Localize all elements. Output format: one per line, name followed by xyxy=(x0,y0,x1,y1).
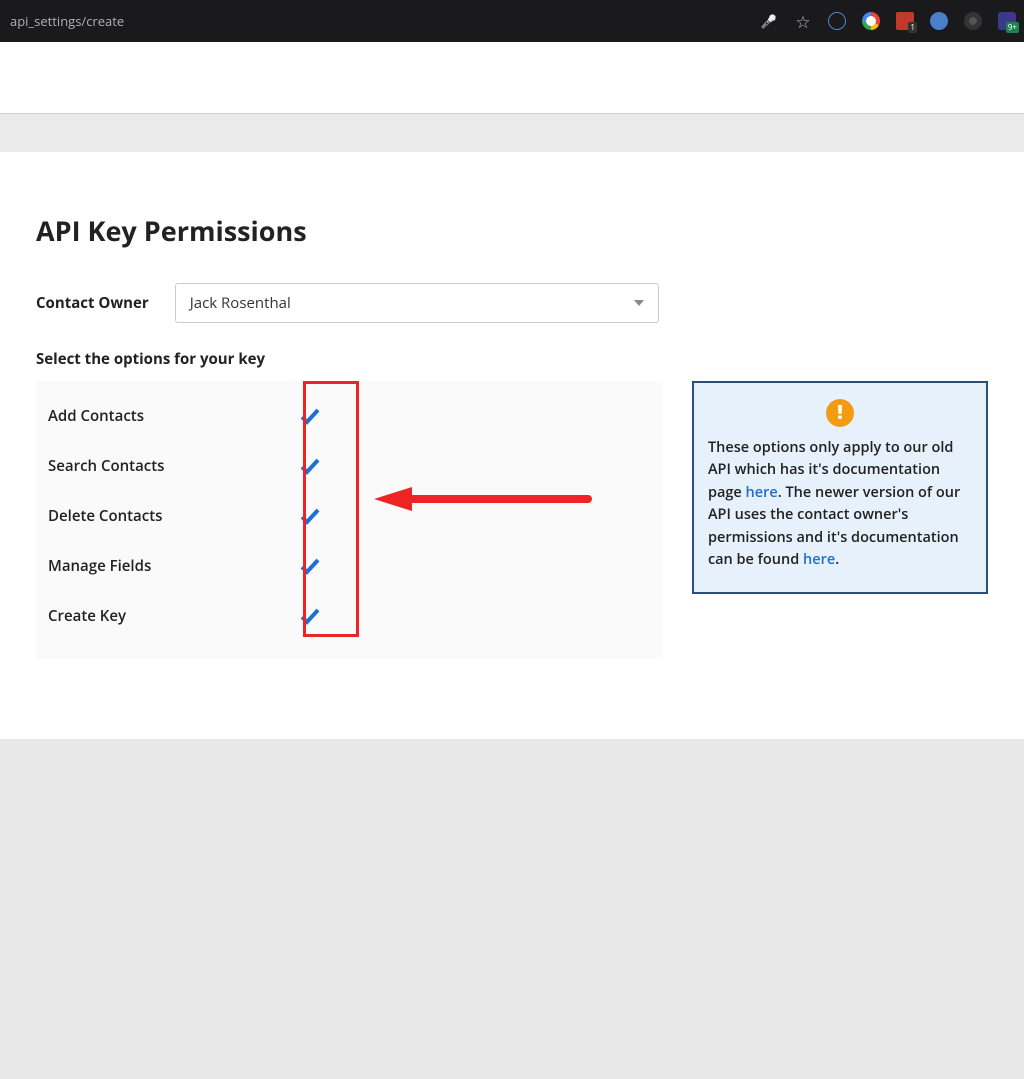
mic-icon[interactable] xyxy=(760,12,778,30)
permission-label: Create Key xyxy=(48,606,280,626)
permission-label: Search Contacts xyxy=(48,456,280,476)
permissions-table: Add Contacts Search Contacts Delete Cont… xyxy=(36,381,662,659)
permission-row-add-contacts: Add Contacts xyxy=(36,391,662,441)
checkbox-add-contacts[interactable] xyxy=(298,404,322,428)
contact-owner-label: Contact Owner xyxy=(36,293,149,313)
info-callout-box: ! These options only apply to our old AP… xyxy=(692,381,988,594)
checkbox-manage-fields[interactable] xyxy=(298,554,322,578)
permission-label: Add Contacts xyxy=(48,406,280,426)
extension-circle-icon[interactable] xyxy=(828,12,846,30)
extension-blue-icon[interactable] xyxy=(930,12,948,30)
options-area: Add Contacts Search Contacts Delete Cont… xyxy=(36,381,988,659)
permission-label: Delete Contacts xyxy=(48,506,280,526)
info-link-old-docs[interactable]: here xyxy=(746,483,778,502)
checkbox-delete-contacts[interactable] xyxy=(298,504,322,528)
extension-gear-icon[interactable] xyxy=(964,12,982,30)
info-text-c: . xyxy=(835,550,839,569)
chrome-logo-icon[interactable] xyxy=(862,12,880,30)
permission-row-create-key: Create Key xyxy=(36,591,662,641)
alert-icon: ! xyxy=(826,399,854,427)
gray-gap xyxy=(0,114,1024,152)
browser-chrome-bar: api_settings/create xyxy=(0,0,1024,42)
permission-row-delete-contacts: Delete Contacts xyxy=(36,491,662,541)
permission-row-search-contacts: Search Contacts xyxy=(36,441,662,491)
permission-row-manage-fields: Manage Fields xyxy=(36,541,662,591)
info-link-new-docs[interactable]: here xyxy=(803,550,835,569)
page-title: API Key Permissions xyxy=(36,212,988,249)
checkbox-create-key[interactable] xyxy=(298,604,322,628)
header-white-band xyxy=(0,42,1024,114)
url-fragment: api_settings/create xyxy=(10,12,124,30)
checkbox-search-contacts[interactable] xyxy=(298,454,322,478)
contact-owner-row: Contact Owner Jack Rosenthal xyxy=(36,283,988,323)
permission-label: Manage Fields xyxy=(48,556,280,576)
bookmark-star-icon[interactable] xyxy=(794,12,812,30)
options-heading: Select the options for your key xyxy=(36,349,988,369)
content-card: API Key Permissions Contact Owner Jack R… xyxy=(0,152,1024,739)
extension-purple-badge-icon[interactable] xyxy=(998,12,1016,30)
contact-owner-select[interactable]: Jack Rosenthal xyxy=(175,283,659,323)
chevron-down-icon xyxy=(634,300,644,306)
contact-owner-value: Jack Rosenthal xyxy=(190,293,291,313)
bottom-gray-area xyxy=(0,739,1024,1079)
chrome-action-icons xyxy=(760,12,1016,30)
extension-red-badge-icon[interactable] xyxy=(896,12,914,30)
